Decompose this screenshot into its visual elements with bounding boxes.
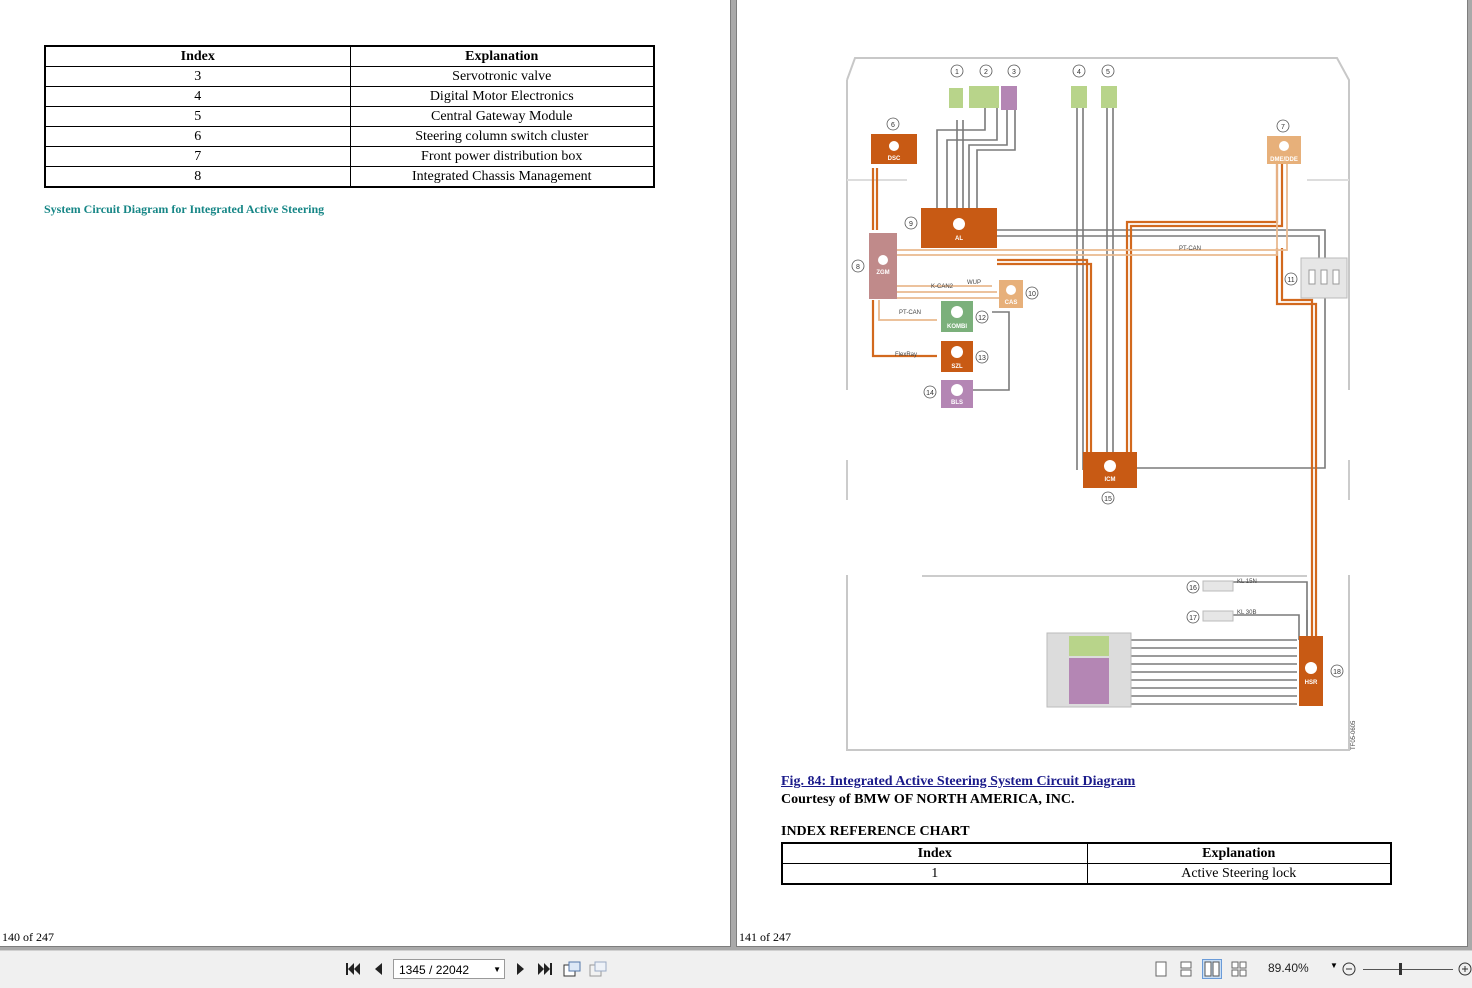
callout-2: 2 bbox=[984, 69, 988, 76]
wire-label-kl15n: KL 15N bbox=[1237, 579, 1257, 585]
prev-page-icon[interactable] bbox=[369, 960, 387, 978]
callout-15: 15 bbox=[1104, 496, 1112, 503]
zoom-slider[interactable] bbox=[1363, 969, 1453, 970]
index-cell: 3 bbox=[44, 66, 351, 87]
single-page-icon[interactable] bbox=[1152, 960, 1170, 978]
explanation-cell: Digital Motor Electronics bbox=[349, 86, 655, 107]
index-cell: 5 bbox=[44, 106, 351, 127]
header-explanation: Explanation bbox=[1086, 842, 1392, 864]
al-label: AL bbox=[955, 236, 963, 242]
callout-11: 11 bbox=[1287, 277, 1294, 284]
table-row: 6 Steering column switch cluster bbox=[44, 126, 655, 147]
paste-icon[interactable] bbox=[589, 960, 607, 978]
zoom-slider-thumb[interactable] bbox=[1399, 963, 1402, 975]
index-cell: 7 bbox=[44, 146, 351, 167]
two-page-icon[interactable] bbox=[1202, 959, 1222, 979]
callout-12: 12 bbox=[978, 315, 986, 322]
callout-16: 16 bbox=[1189, 585, 1197, 592]
wire-label-ptcan: PT-CAN bbox=[1179, 246, 1201, 252]
page-input-value: 1345 / 22042 bbox=[399, 963, 470, 977]
header-index: Index bbox=[781, 842, 1088, 864]
wire-label-flexray: FlexRay bbox=[895, 352, 917, 358]
callout-14: 14 bbox=[926, 390, 934, 397]
zoom-dropdown-icon[interactable]: ▼ bbox=[1330, 961, 1338, 970]
courtesy-text: Courtesy of BMW OF NORTH AMERICA, INC. bbox=[781, 792, 1075, 807]
zoom-in-icon[interactable] bbox=[1456, 960, 1472, 978]
index-table-right: Index Explanation 1 Active Steering lock bbox=[781, 842, 1392, 885]
callout-4: 4 bbox=[1077, 69, 1081, 76]
szl-label: SZL bbox=[951, 364, 963, 370]
next-page-icon[interactable] bbox=[512, 960, 530, 978]
header-explanation: Explanation bbox=[349, 45, 655, 67]
table-header-row: Index Explanation bbox=[44, 45, 655, 67]
continuous-icon[interactable] bbox=[1177, 960, 1195, 978]
figure-caption-link[interactable]: Fig. 84: Integrated Active Steering Syst… bbox=[781, 774, 1135, 790]
callout-10: 10 bbox=[1028, 291, 1036, 298]
callout-13: 13 bbox=[978, 355, 986, 362]
wire-label-ptcan2: PT-CAN bbox=[899, 310, 921, 316]
last-page-icon[interactable] bbox=[536, 960, 554, 978]
first-page-icon[interactable] bbox=[344, 960, 362, 978]
callout-3: 3 bbox=[1012, 69, 1016, 76]
dme-label: DME/DDE bbox=[1270, 157, 1298, 163]
index-cell: 8 bbox=[44, 166, 351, 188]
zgm-label: ZGM bbox=[876, 270, 889, 276]
callout-1: 1 bbox=[955, 69, 959, 76]
zgm-unit bbox=[869, 233, 897, 299]
table-row: 5 Central Gateway Module bbox=[44, 106, 655, 127]
circuit-diagram: 1 2 3 4 5 6 7 8 9 10 11 12 13 14 15 16 1… bbox=[846, 57, 1357, 751]
wire-label-wup: WUP bbox=[967, 280, 981, 286]
section-title: System Circuit Diagram for Integrated Ac… bbox=[44, 202, 325, 216]
viewer-toolbar: 1345 / 22042 ▼ 89.40% ▼ bbox=[0, 950, 1472, 988]
table-row: 8 Integrated Chassis Management bbox=[44, 166, 655, 188]
header-index: Index bbox=[44, 45, 351, 67]
index-cell: 4 bbox=[44, 86, 351, 107]
explanation-cell: Central Gateway Module bbox=[349, 106, 655, 127]
document-page-right: 1 2 3 4 5 6 7 8 9 10 11 12 13 14 15 16 1… bbox=[737, 0, 1467, 946]
explanation-cell: Integrated Chassis Management bbox=[349, 166, 655, 188]
kombi-label: KOMBI bbox=[947, 324, 967, 330]
bls-label: BLS bbox=[951, 400, 963, 406]
table-header-row: Index Explanation bbox=[781, 842, 1392, 864]
callout-7: 7 bbox=[1281, 124, 1285, 131]
dsc-label: DSC bbox=[888, 156, 901, 162]
callout-6: 6 bbox=[891, 122, 895, 129]
page-number-right: 141 of 247 bbox=[739, 930, 791, 944]
zoom-level[interactable]: 89.40% bbox=[1268, 961, 1309, 975]
hsr-label: HSR bbox=[1305, 680, 1318, 686]
callout-17: 17 bbox=[1189, 615, 1197, 622]
wire-label-kcan2: K-CAN2 bbox=[931, 284, 954, 290]
explanation-cell: Servotronic valve bbox=[349, 66, 655, 87]
cas-label: CAS bbox=[1005, 300, 1018, 306]
diagram-code: TF05-0605 bbox=[1351, 720, 1357, 750]
two-page-continuous-icon[interactable] bbox=[1230, 960, 1248, 978]
copy-icon[interactable] bbox=[563, 960, 581, 978]
index-reference-title: INDEX REFERENCE CHART bbox=[781, 824, 970, 839]
callout-8: 8 bbox=[856, 264, 860, 271]
table-row: 7 Front power distribution box bbox=[44, 146, 655, 167]
explanation-cell: Active Steering lock bbox=[1086, 863, 1392, 885]
wire-label-kl30b: KL 30B bbox=[1237, 610, 1256, 616]
callout-5: 5 bbox=[1106, 69, 1110, 76]
zoom-out-icon[interactable] bbox=[1340, 960, 1358, 978]
table-row: 4 Digital Motor Electronics bbox=[44, 86, 655, 107]
index-table-left: Index Explanation 3 Servotronic valve 4 Di… bbox=[44, 45, 655, 188]
page-number-input[interactable]: 1345 / 22042 ▼ bbox=[393, 959, 505, 979]
callout-9: 9 bbox=[909, 221, 913, 228]
callout-18: 18 bbox=[1333, 669, 1341, 676]
explanation-cell: Front power distribution box bbox=[349, 146, 655, 167]
icm-label: ICM bbox=[1105, 477, 1116, 483]
document-page-left: Index Explanation 3 Servotronic valve 4 Di… bbox=[0, 0, 730, 946]
table-row: 3 Servotronic valve bbox=[44, 66, 655, 87]
table-row: 1 Active Steering lock bbox=[781, 863, 1392, 885]
chevron-down-icon[interactable]: ▼ bbox=[493, 960, 501, 980]
index-cell: 1 bbox=[781, 863, 1088, 885]
index-cell: 6 bbox=[44, 126, 351, 147]
page-number-left: 140 of 247 bbox=[2, 930, 54, 944]
explanation-cell: Steering column switch cluster bbox=[349, 126, 655, 147]
